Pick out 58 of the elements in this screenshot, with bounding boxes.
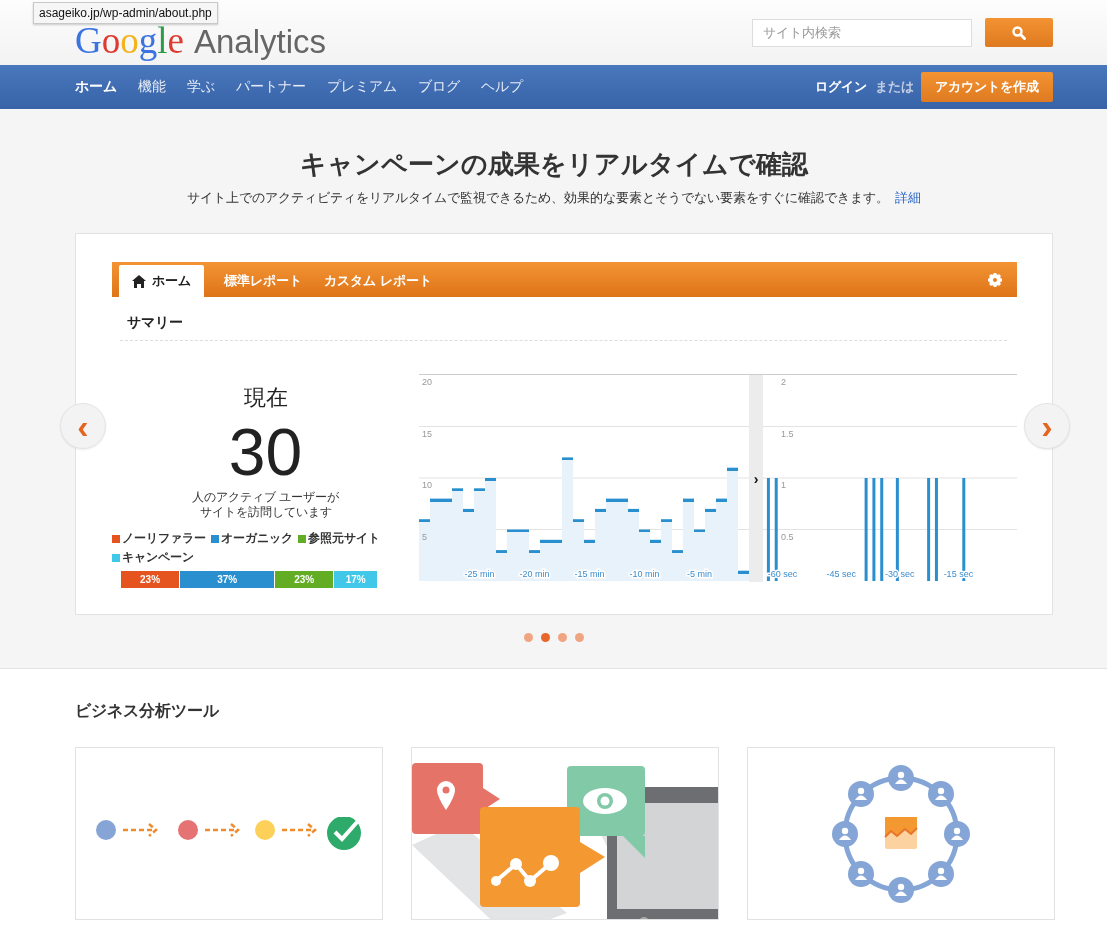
hero-title: キャンペーンの成果をリアルタイムで確認 (298, 148, 810, 181)
or-text: または (875, 78, 914, 96)
axis-label: -10 min (629, 569, 660, 579)
home-icon (132, 274, 146, 288)
chart-bar (419, 519, 430, 581)
caption-line: 人のアクティブ ユーザーが (191, 490, 340, 505)
hero-subtitle: サイト上でのアクティビティをリアルタイムで監視できるため、効果的な要素とそうでない要素をすぐに確認できます。 詳細 (185, 190, 922, 207)
axis-label: 1.5 (781, 428, 794, 439)
legend-label: 参照元サイト (308, 530, 380, 547)
axis-label: 5 (422, 531, 427, 542)
nav-link[interactable]: ヘルプ (481, 78, 523, 96)
search-field[interactable]: サイト内検索 (752, 18, 972, 47)
nav-link[interactable]: ブログ (418, 78, 460, 96)
previous-button[interactable]: ‹ (60, 403, 106, 449)
details-link[interactable]: 詳細 (894, 191, 921, 205)
axis-label: 0.5 (781, 531, 794, 542)
section-heading: ビジネス分析ツール (75, 701, 220, 721)
login-link[interactable]: ログイン (815, 78, 867, 96)
axis-label: -45 sec (826, 569, 856, 579)
dashboard-tab[interactable]: カスタム レポート (313, 265, 443, 297)
legend-label: ノーリファラー (122, 530, 206, 547)
active-user-count: 30 (228, 417, 303, 487)
axis-label: 15 (422, 428, 432, 439)
axis-label: -5 min (687, 569, 712, 579)
nav-link[interactable]: パートナー (236, 78, 306, 96)
axis-label: 1 (781, 480, 786, 490)
axis-label: 10 (422, 480, 432, 490)
share-segment: 17% (334, 571, 378, 588)
nav-link[interactable]: 機能 (138, 78, 166, 96)
caption-line: サイトを訪問しています (199, 505, 332, 520)
nav-link[interactable]: プレミアム (327, 78, 397, 96)
carousel-dot[interactable] (523, 633, 533, 642)
section-title: サマリー (127, 314, 184, 332)
dashboard-tab[interactable]: 標準レポート (213, 265, 313, 297)
now-label: 現在 (243, 384, 288, 412)
carousel-dot[interactable] (557, 633, 567, 642)
legend-label: オーガニック (221, 530, 293, 547)
dashboard-tab[interactable]: ホーム (119, 265, 204, 297)
url-tooltip: asageiko.jp/wp-admin/about.php (33, 2, 218, 24)
settings-icon[interactable] (988, 272, 1002, 287)
share-segment: 23% (275, 571, 335, 588)
search-icon (1012, 25, 1026, 40)
axis-label: -25 min (464, 569, 495, 579)
axis-label: 20 (422, 377, 432, 387)
nav-link[interactable]: 学ぶ (187, 78, 215, 96)
product-name: Analytics (193, 23, 326, 61)
carousel-dot[interactable] (574, 633, 584, 642)
create-account-button[interactable]: アカウントを作成 (921, 72, 1053, 102)
share-segment: 37% (180, 571, 276, 588)
carousel-dot[interactable] (540, 633, 550, 642)
nav-link[interactable]: ホーム (75, 78, 117, 96)
legend-label: キャンペーン (122, 549, 194, 566)
axis-label: -20 min (519, 569, 550, 579)
search-button[interactable] (985, 18, 1053, 47)
axis-label: -15 min (574, 569, 605, 579)
axis-label: 2 (781, 377, 786, 387)
expand-button[interactable]: › (749, 375, 763, 582)
share-segment: 23% (121, 571, 181, 588)
